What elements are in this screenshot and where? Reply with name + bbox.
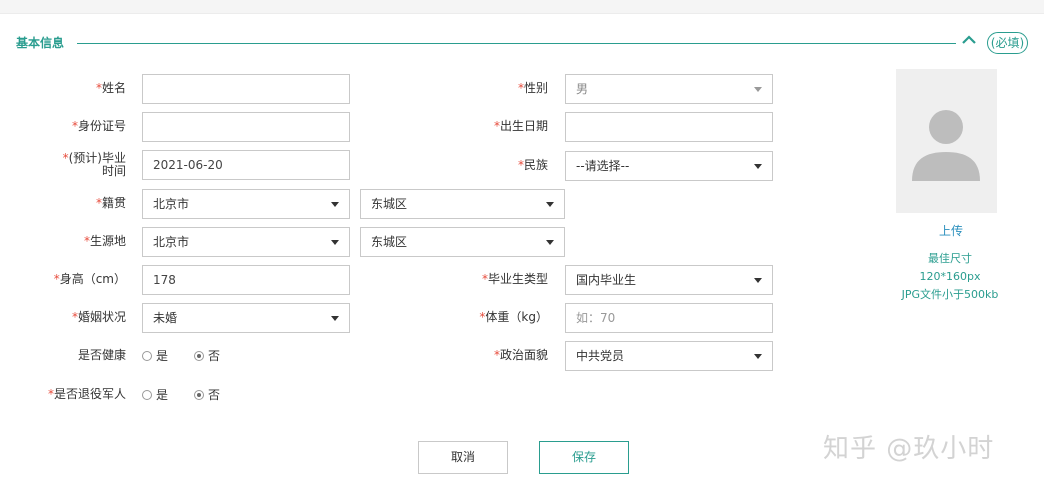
- graduate-type-label: *毕业生类型: [481, 272, 548, 286]
- id-number-label: *身份证号: [71, 119, 126, 133]
- height-input[interactable]: 178: [142, 265, 350, 295]
- native-place-label: *籍贯: [95, 196, 126, 210]
- avatar-icon: [912, 110, 980, 181]
- veteran-no-radio[interactable]: [194, 390, 204, 400]
- chevron-down-icon: [754, 87, 762, 92]
- id-number-input[interactable]: [142, 112, 350, 142]
- healthy-no-radio[interactable]: [194, 351, 204, 361]
- native-district-value: 东城区: [371, 197, 408, 211]
- veteran-radio-group: 是 否: [142, 387, 232, 403]
- save-button[interactable]: 保存: [539, 441, 629, 474]
- ethnicity-select[interactable]: --请选择--: [565, 151, 773, 181]
- photo-hint-size-title: 最佳尺寸: [928, 252, 972, 265]
- healthy-radio-group: 是 否: [142, 348, 232, 364]
- name-label: *姓名: [95, 81, 126, 95]
- name-input[interactable]: [142, 74, 350, 104]
- birth-date-input[interactable]: [565, 112, 773, 142]
- chevron-up-icon[interactable]: [960, 31, 978, 49]
- chevron-down-icon: [754, 354, 762, 359]
- graduate-type-select[interactable]: 国内毕业生: [565, 265, 773, 295]
- birth-date-label: *出生日期: [493, 119, 548, 133]
- required-badge: (必填): [987, 32, 1028, 54]
- origin-label: *生源地: [83, 234, 126, 248]
- origin-city-value: 北京市: [153, 235, 190, 249]
- veteran-no-label: 否: [208, 388, 221, 402]
- marital-select[interactable]: 未婚: [142, 303, 350, 333]
- height-label: *身高（cm）: [53, 272, 126, 286]
- origin-district-value: 东城区: [371, 235, 408, 249]
- chevron-down-icon: [754, 278, 762, 283]
- ethnicity-value: --请选择--: [576, 159, 630, 173]
- upload-link[interactable]: 上传: [896, 222, 1006, 239]
- native-city-select[interactable]: 北京市: [142, 189, 350, 219]
- healthy-yes-radio[interactable]: [142, 351, 152, 361]
- gender-value: 男: [576, 82, 589, 96]
- weight-input[interactable]: 如：70: [565, 303, 773, 333]
- origin-district-select[interactable]: 东城区: [360, 227, 565, 257]
- chevron-down-icon: [331, 202, 339, 207]
- political-label: *政治面貌: [493, 348, 548, 362]
- section-divider: [77, 43, 956, 44]
- photo-hint-dimensions: 120*160px: [919, 270, 981, 283]
- graduate-type-value: 国内毕业生: [576, 273, 637, 287]
- chevron-down-icon: [331, 316, 339, 321]
- origin-city-select[interactable]: 北京市: [142, 227, 350, 257]
- healthy-yes-label: 是: [156, 349, 169, 363]
- native-district-select[interactable]: 东城区: [360, 189, 565, 219]
- political-select[interactable]: 中共党员: [565, 341, 773, 371]
- chevron-down-icon: [546, 240, 554, 245]
- gender-select[interactable]: 男: [565, 74, 773, 104]
- photo-placeholder[interactable]: [896, 69, 997, 213]
- veteran-yes-radio[interactable]: [142, 390, 152, 400]
- photo-hint-file: JPG文件小于500kb: [901, 288, 999, 301]
- veteran-label: *是否退役军人: [47, 387, 126, 401]
- healthy-no-label: 否: [208, 349, 221, 363]
- native-city-value: 北京市: [153, 197, 190, 211]
- chevron-down-icon: [331, 240, 339, 245]
- watermark: 知乎 @玖小时: [823, 434, 995, 464]
- healthy-label: 是否健康: [77, 348, 126, 362]
- marital-value: 未婚: [153, 311, 178, 325]
- weight-label: *体重（kg）: [479, 310, 548, 324]
- graduation-input[interactable]: 2021-06-20: [142, 150, 350, 180]
- cancel-button[interactable]: 取消: [418, 441, 508, 474]
- graduation-label: *(预计)毕业 时间: [62, 151, 126, 178]
- top-bar: [0, 0, 1044, 14]
- gender-label: *性别: [517, 81, 548, 95]
- chevron-down-icon: [754, 164, 762, 169]
- veteran-yes-label: 是: [156, 388, 169, 402]
- section-title: 基本信息: [16, 36, 65, 50]
- section-header: 基本信息 (必填): [0, 28, 1044, 58]
- ethnicity-label: *民族: [517, 158, 548, 172]
- political-value: 中共党员: [576, 349, 625, 363]
- chevron-down-icon: [546, 202, 554, 207]
- marital-label: *婚姻状况: [71, 310, 126, 324]
